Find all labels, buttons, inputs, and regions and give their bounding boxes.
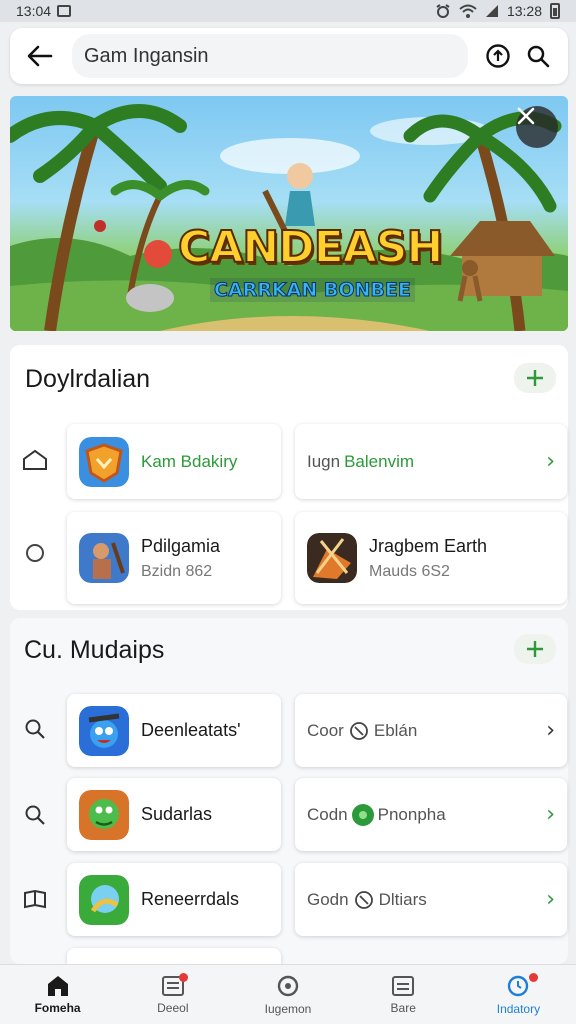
search-input[interactable] [72,34,468,78]
app-card[interactable]: Godn Dltiars › [295,863,567,936]
nav-item-home[interactable]: Fomeha [0,965,115,1024]
label-prefix: Codn [307,804,348,824]
arrow-up-circle-icon [486,44,510,68]
chevron-right-icon: › [546,802,555,827]
search-icon [527,45,550,68]
app-name: Deenleatats' [141,720,241,740]
chevron-right-icon: › [546,449,555,474]
app-icon [307,533,357,583]
banner-title: CANDEASH [177,221,444,274]
arrow-left-icon [27,45,53,67]
app-card[interactable]: Sudarlas [67,778,281,851]
nav-item-updates[interactable]: Iugemon [230,965,345,1024]
bottom-navigation: Fomeha Deeol Iugemon Bare Indatory [0,964,576,1024]
notification-badge [179,973,189,982]
label-prefix: Coor [307,720,344,740]
chevron-right-icon: › [546,718,555,743]
status-time-right: 13:28 [506,3,542,19]
circle-outline-icon [22,540,48,566]
nav-label: Indatory [496,1001,541,1016]
app-name: Pdilgamia [141,535,221,556]
app-card[interactable]: Codn Pnonpha › [295,778,567,851]
label-highlight: Balenvim [344,451,415,471]
promo-banner[interactable]: CANDEASH CARRKAN BONBEE [10,96,568,331]
home-outline-icon [22,447,48,473]
nav-item-news[interactable]: Deeol [115,965,230,1024]
app-icon [79,533,129,583]
section-title: Cu. Mudaips [24,636,165,664]
section-add-button[interactable] [514,363,556,393]
search-button[interactable] [518,36,558,76]
plus-icon [527,370,543,386]
app-subtitle: Bzidn 862 [141,562,213,580]
label-prefix: Iugn [307,451,341,471]
label-prefix: Godn [307,889,349,909]
wifi-icon [459,4,477,18]
app-card-label: Iugn Balenvim [307,452,414,472]
signal-icon [485,5,498,17]
nav-item-library[interactable]: Bare [346,965,461,1024]
book-icon [22,886,48,912]
upload-button[interactable] [478,36,518,76]
app-card[interactable]: Coor Eblán › [295,694,567,767]
section-modules: Cu. Mudaips Deenleatats' Coor Eblán › Su… [10,618,568,964]
app-icon [79,436,129,487]
app-name: Sudarlas [141,804,213,824]
nav-label: Bare [390,1000,416,1015]
app-icon [79,705,129,756]
back-button[interactable] [20,36,60,76]
label-suffix: Dltiars [378,889,427,909]
section-title: Doylrdalian [25,365,151,393]
leaf-icon [351,803,374,826]
clock-icon [353,889,375,911]
app-card-partial[interactable] [67,948,281,964]
app-card[interactable]: Jragbem Earth Mauds 6S2 [295,512,567,604]
alarm-icon [436,4,450,18]
close-icon [517,107,535,125]
list-icon [392,975,415,996]
status-time: 13:04 [16,3,52,19]
refresh-icon [277,975,299,996]
chevron-right-icon: › [546,887,555,912]
section-downloads: Doylrdalian Kam Bdakiry Iugn Balenvim › … [10,345,568,610]
label-suffix: Eblán [373,720,418,740]
nav-label: Iugemon [264,1001,312,1016]
section-add-button[interactable] [514,634,556,664]
label-suffix: Pnonpha [377,804,446,824]
app-card[interactable]: Kam Bdakiry [67,424,281,499]
app-card-label: Coor Eblán [307,720,417,742]
app-card[interactable]: Reneerrdals [67,863,281,936]
battery-icon [550,3,560,19]
app-name: Jragbem Earth [369,535,488,556]
search-icon [22,716,48,742]
app-subtitle: Mauds 6S2 [369,562,450,580]
nav-label: Fomeha [34,1000,81,1015]
clock-icon [508,975,529,996]
nav-label: Deeol [157,1000,189,1015]
app-icon [79,874,129,925]
notification-badge [528,973,538,982]
banner-close-button[interactable] [516,106,558,148]
app-card[interactable]: Iugn Balenvim › [295,424,567,499]
nav-item-history[interactable]: Indatory [461,965,576,1024]
app-name: Reneerrdals [141,889,240,909]
search-bar [10,28,568,84]
clock-icon [348,720,370,742]
notification-icon [57,5,72,17]
app-card-label: Codn Pnonpha [307,803,446,826]
status-bar: 13:04 13:28 [0,0,576,22]
app-name: Kam Bdakiry [141,451,238,471]
plus-icon [527,641,543,657]
app-card[interactable]: Deenleatats' [67,694,281,767]
search-icon [22,802,48,828]
app-icon [79,789,129,840]
home-icon [47,975,68,996]
app-card-label: Godn Dltiars [307,889,427,911]
banner-subtitle: CARRKAN BONBEE [210,278,415,302]
app-card[interactable]: Pdilgamia Bzidn 862 [67,512,281,604]
